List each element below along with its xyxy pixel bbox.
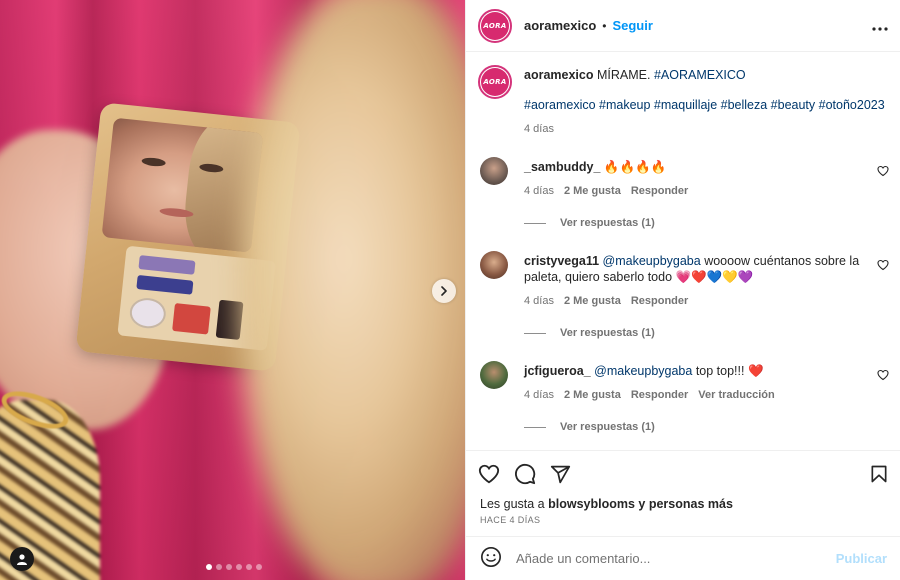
add-comment-bar: Publicar bbox=[466, 536, 900, 580]
separator-dot: • bbox=[602, 18, 607, 33]
comment-username[interactable]: jcfigueroa_ bbox=[524, 364, 591, 378]
heart-icon bbox=[877, 165, 889, 177]
comment-likes[interactable]: 2 Me gusta bbox=[564, 183, 621, 199]
account-avatar[interactable]: AORA bbox=[478, 8, 512, 43]
carousel-dot bbox=[206, 564, 212, 570]
next-slide-button[interactable] bbox=[432, 279, 456, 303]
commenter-avatar[interactable] bbox=[480, 361, 508, 389]
comment-text: 🔥🔥🔥🔥 bbox=[603, 160, 667, 174]
comment-username[interactable]: cristyvega11 bbox=[524, 254, 599, 268]
caption-hashtags[interactable]: #aoramexico #makeup #maquillaje #belleza… bbox=[524, 97, 885, 113]
logo-text: AORA bbox=[483, 21, 507, 30]
comment-item: _sambuddy_ 🔥🔥🔥🔥 4 días 2 Me gusta Respon… bbox=[466, 157, 900, 231]
tagged-users-button[interactable] bbox=[10, 547, 34, 571]
view-replies-label: Ver respuestas (1) bbox=[560, 327, 655, 339]
chevron-right-icon bbox=[441, 286, 447, 296]
heart-icon bbox=[877, 369, 889, 381]
post-header: AORA aoramexico • Seguir bbox=[466, 0, 900, 52]
caption-hashtag[interactable]: #AORAMEXICO bbox=[654, 68, 746, 82]
reply-button[interactable]: Responder bbox=[631, 293, 688, 309]
comment-mention[interactable]: @makeupbygaba bbox=[603, 254, 701, 268]
comment-text: top top!!! ❤️ bbox=[695, 364, 764, 378]
follow-button[interactable]: Seguir bbox=[612, 18, 652, 33]
comment-like-button[interactable] bbox=[877, 259, 889, 274]
emoji-button[interactable] bbox=[480, 546, 502, 571]
view-replies-label: Ver respuestas (1) bbox=[560, 217, 655, 229]
comment-time: 4 días bbox=[524, 295, 554, 307]
caption-text: MÍRAME. bbox=[596, 68, 651, 82]
more-icon bbox=[872, 27, 888, 31]
view-replies-button[interactable]: Ver respuestas (1) bbox=[524, 419, 864, 435]
action-bar: Les gusta a blowsyblooms y personas más … bbox=[466, 450, 900, 525]
carousel-dot bbox=[256, 564, 262, 570]
comment-button[interactable] bbox=[514, 463, 536, 485]
comment-like-button[interactable] bbox=[877, 165, 889, 180]
view-replies-button[interactable]: Ver respuestas (1) bbox=[524, 215, 864, 231]
post-image[interactable] bbox=[0, 0, 465, 580]
comment-username[interactable]: _sambuddy_ bbox=[524, 160, 600, 174]
logo-text: AORA bbox=[483, 78, 507, 86]
more-options-button[interactable] bbox=[872, 15, 888, 36]
heart-icon bbox=[877, 259, 889, 271]
commenter-avatar[interactable] bbox=[480, 251, 508, 279]
comment-mention[interactable]: @makeupbygaba bbox=[594, 364, 692, 378]
comment-input[interactable] bbox=[516, 551, 836, 566]
carousel-dot bbox=[246, 564, 252, 570]
like-button[interactable] bbox=[478, 463, 500, 485]
comment-item: jcfigueroa_ @makeupbygaba top top!!! ❤️ … bbox=[466, 361, 900, 435]
caption-avatar[interactable]: AORA bbox=[478, 65, 512, 99]
header-username[interactable]: aoramexico bbox=[524, 18, 596, 33]
carousel-dot bbox=[226, 564, 232, 570]
comments-scroll[interactable]: AORA aoramexico MÍRAME. #AORAMEXICO #aor… bbox=[466, 53, 900, 449]
emoji-icon bbox=[481, 547, 501, 567]
reply-button[interactable]: Responder bbox=[631, 183, 688, 199]
post-date: HACE 4 DÍAS bbox=[480, 515, 541, 525]
bookmark-icon bbox=[871, 465, 887, 483]
post-caption: AORA aoramexico MÍRAME. #AORAMEXICO #aor… bbox=[466, 53, 900, 137]
view-replies-button[interactable]: Ver respuestas (1) bbox=[524, 325, 864, 341]
compact-mirror bbox=[101, 117, 264, 253]
save-button[interactable] bbox=[869, 464, 889, 484]
reply-button[interactable]: Responder bbox=[631, 387, 688, 403]
caption-time: 4 días bbox=[524, 123, 554, 135]
comment-likes[interactable]: 2 Me gusta bbox=[564, 387, 621, 403]
view-replies-label: Ver respuestas (1) bbox=[560, 421, 655, 433]
comment-time: 4 días bbox=[524, 389, 554, 401]
commenter-avatar[interactable] bbox=[480, 157, 508, 185]
comment-likes[interactable]: 2 Me gusta bbox=[564, 293, 621, 309]
comment-item: cristyvega11 @makeupbygaba woooow cuénta… bbox=[466, 251, 900, 341]
comment-time: 4 días bbox=[524, 185, 554, 197]
user-tag-icon bbox=[17, 554, 27, 565]
send-icon bbox=[550, 465, 571, 483]
publish-button[interactable]: Publicar bbox=[836, 551, 887, 566]
comment-like-button[interactable] bbox=[877, 369, 889, 384]
post-panel: AORA aoramexico • Seguir AORA aoramexico… bbox=[465, 0, 900, 580]
caption-username[interactable]: aoramexico bbox=[524, 68, 593, 82]
share-button[interactable] bbox=[550, 464, 571, 485]
carousel-dot bbox=[236, 564, 242, 570]
liked-by-user[interactable]: blowsyblooms bbox=[548, 497, 635, 511]
carousel-dot bbox=[216, 564, 222, 570]
carousel-indicator bbox=[206, 564, 262, 570]
translate-button[interactable]: Ver traducción bbox=[698, 387, 774, 403]
comment-icon bbox=[515, 463, 536, 485]
likes-summary[interactable]: Les gusta a blowsyblooms y personas más bbox=[466, 497, 900, 511]
heart-icon bbox=[478, 464, 500, 484]
